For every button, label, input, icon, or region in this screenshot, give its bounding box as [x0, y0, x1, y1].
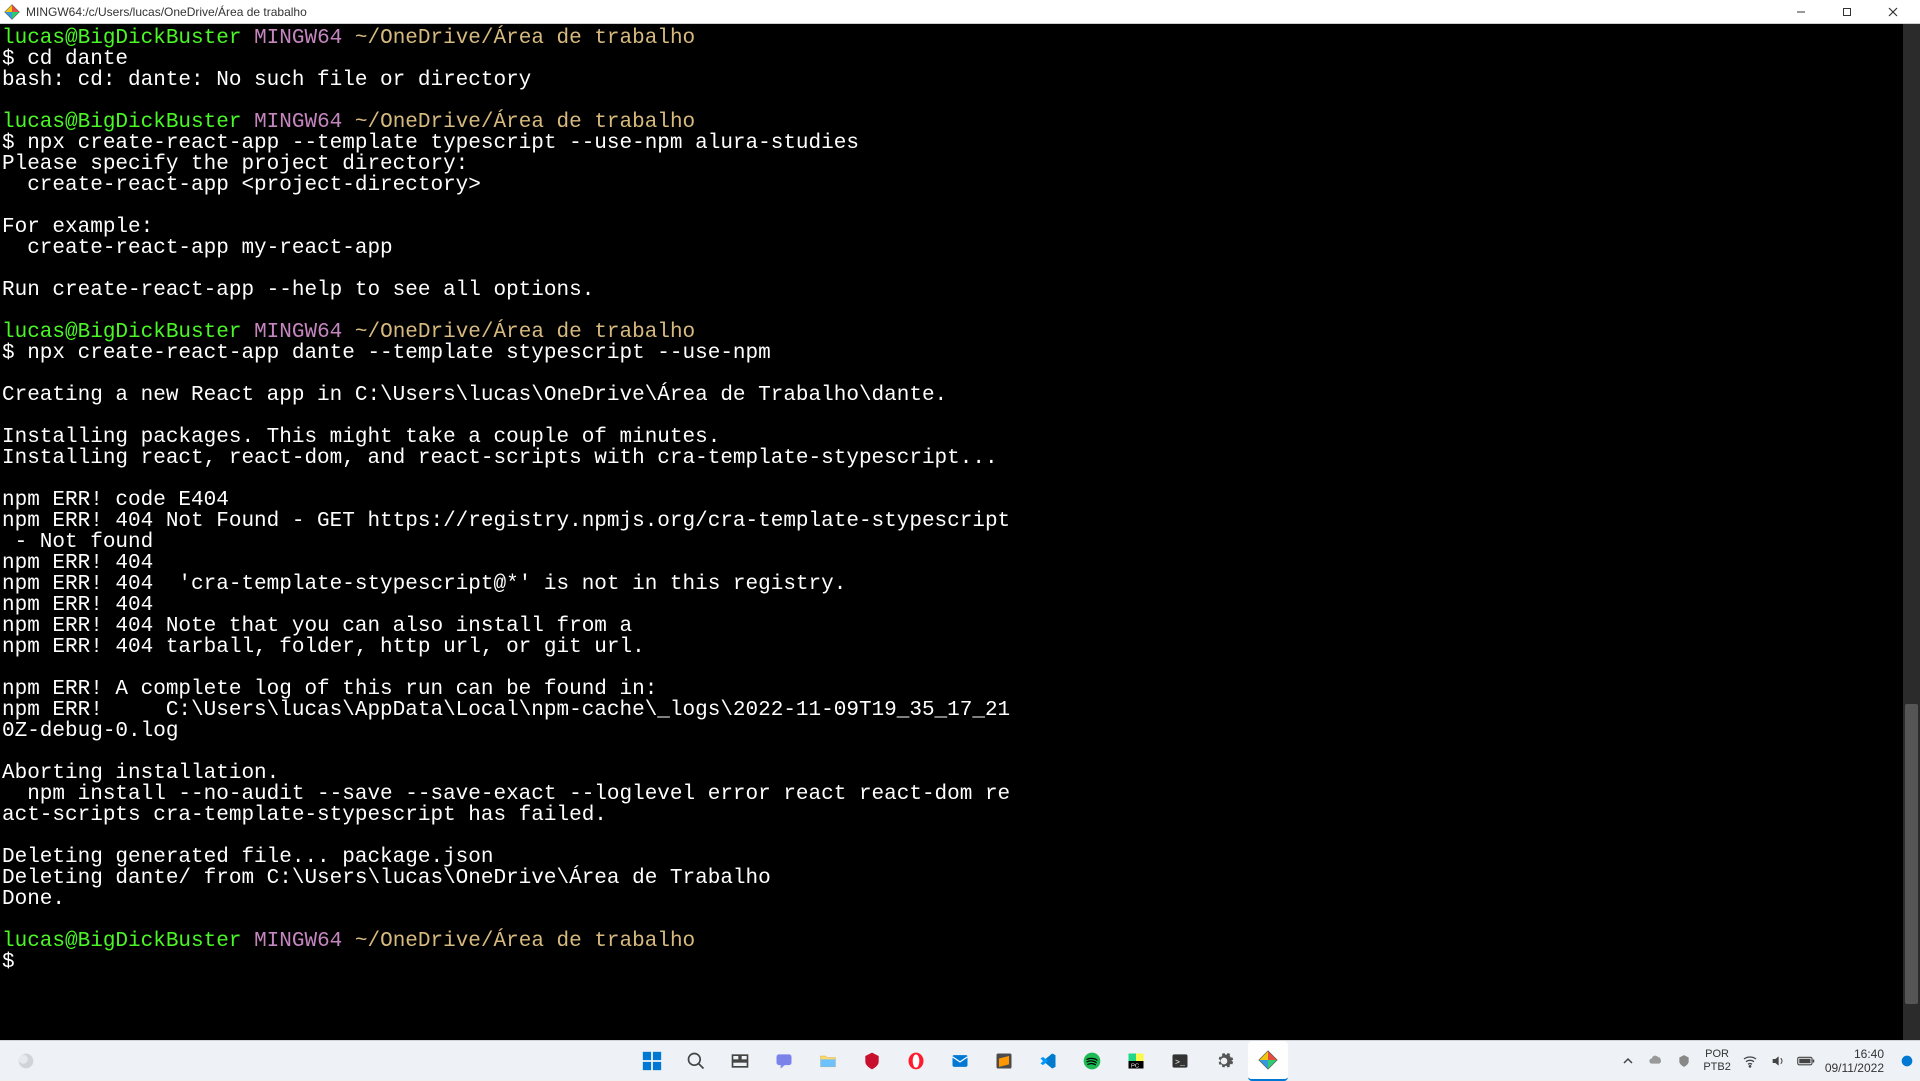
- titlebar: MINGW64:/c/Users/lucas/OneDrive/Área de …: [0, 0, 1920, 24]
- window-title: MINGW64:/c/Users/lucas/OneDrive/Área de …: [26, 5, 307, 19]
- terminal-line: Deleting dante/ from C:\Users\lucas\OneD…: [2, 868, 1918, 889]
- terminal-line: [2, 196, 1918, 217]
- terminal-line: $: [2, 952, 1918, 973]
- terminal-line: [2, 469, 1918, 490]
- settings-icon[interactable]: [1204, 1041, 1244, 1081]
- app-icon: [4, 4, 20, 20]
- sublime-icon[interactable]: [984, 1041, 1024, 1081]
- terminal-line: [2, 826, 1918, 847]
- terminal-line: lucas@BigDickBuster MINGW64 ~/OneDrive/Á…: [2, 28, 1918, 49]
- search-icon[interactable]: [676, 1041, 716, 1081]
- terminal-line: npm ERR! 404 'cra-template-stypescript@*…: [2, 574, 1918, 595]
- language-indicator[interactable]: POR PTB2: [1703, 1048, 1731, 1074]
- opera-icon[interactable]: [896, 1041, 936, 1081]
- wifi-icon[interactable]: [1741, 1052, 1759, 1070]
- close-button[interactable]: [1870, 0, 1916, 24]
- file-explorer-icon[interactable]: [808, 1041, 848, 1081]
- svg-text:>_: >_: [1175, 1057, 1186, 1067]
- terminal-line: $ cd dante: [2, 49, 1918, 70]
- window-controls: [1778, 0, 1916, 24]
- terminal-line: npm install --no-audit --save --save-exa…: [2, 784, 1918, 805]
- battery-icon[interactable]: [1797, 1052, 1815, 1070]
- lang-bottom: PTB2: [1703, 1061, 1731, 1074]
- task-view-icon[interactable]: [720, 1041, 760, 1081]
- terminal-line: Creating a new React app in C:\Users\luc…: [2, 385, 1918, 406]
- terminal-line: Done.: [2, 889, 1918, 910]
- terminal-line: [2, 364, 1918, 385]
- mcafee-icon[interactable]: [852, 1041, 892, 1081]
- svg-text:PC: PC: [1131, 1063, 1139, 1069]
- notifications-icon[interactable]: [1898, 1052, 1916, 1070]
- terminal-line: [2, 259, 1918, 280]
- weather-widget[interactable]: [6, 1041, 46, 1081]
- tray-chevron-icon[interactable]: [1619, 1052, 1637, 1070]
- terminal-line: create-react-app <project-directory>: [2, 175, 1918, 196]
- terminal-line: [2, 658, 1918, 679]
- git-bash-icon[interactable]: [1248, 1041, 1288, 1081]
- vscode-icon[interactable]: [1028, 1041, 1068, 1081]
- terminal-line: bash: cd: dante: No such file or directo…: [2, 70, 1918, 91]
- terminal-line: Aborting installation.: [2, 763, 1918, 784]
- clock[interactable]: 16:40 09/11/2022: [1825, 1047, 1888, 1075]
- volume-icon[interactable]: [1769, 1052, 1787, 1070]
- terminal-line: lucas@BigDickBuster MINGW64 ~/OneDrive/Á…: [2, 322, 1918, 343]
- spotify-icon[interactable]: [1072, 1041, 1112, 1081]
- terminal-line: [2, 91, 1918, 112]
- date-text: 09/11/2022: [1825, 1061, 1884, 1075]
- mail-icon[interactable]: [940, 1041, 980, 1081]
- taskbar-center: PC >_: [632, 1041, 1288, 1081]
- onedrive-icon[interactable]: [1647, 1052, 1665, 1070]
- security-tray-icon[interactable]: [1675, 1052, 1693, 1070]
- terminal-line: [2, 406, 1918, 427]
- terminal-line: npm ERR! 404 Note that you can also inst…: [2, 616, 1918, 637]
- terminal-line: [2, 301, 1918, 322]
- taskbar: PC >_ POR PTB2: [0, 1040, 1920, 1080]
- terminal-line: npm ERR! code E404: [2, 490, 1918, 511]
- terminal-line: npm ERR! 404: [2, 595, 1918, 616]
- lang-top: POR: [1703, 1048, 1731, 1061]
- start-button[interactable]: [632, 1041, 672, 1081]
- terminal-line: act-scripts cra-template-stypescript has…: [2, 805, 1918, 826]
- terminal-icon[interactable]: >_: [1160, 1041, 1200, 1081]
- terminal-line: npm ERR! C:\Users\lucas\AppData\Local\np…: [2, 700, 1918, 721]
- terminal-line: $ npx create-react-app dante --template …: [2, 343, 1918, 364]
- terminal-line: 0Z-debug-0.log: [2, 721, 1918, 742]
- pycharm-icon[interactable]: PC: [1116, 1041, 1156, 1081]
- scrollbar-thumb[interactable]: [1905, 704, 1918, 1004]
- terminal-line: npm ERR! 404 Not Found - GET https://reg…: [2, 511, 1918, 532]
- terminal-line: create-react-app my-react-app: [2, 238, 1918, 259]
- terminal-line: npm ERR! 404 tarball, folder, http url, …: [2, 637, 1918, 658]
- terminal-line: Installing packages. This might take a c…: [2, 427, 1918, 448]
- maximize-button[interactable]: [1824, 0, 1870, 24]
- terminal-line: Installing react, react-dom, and react-s…: [2, 448, 1918, 469]
- terminal-line: For example:: [2, 217, 1918, 238]
- terminal-line: Run create-react-app --help to see all o…: [2, 280, 1918, 301]
- terminal-scrollbar[interactable]: [1903, 24, 1920, 1040]
- terminal-line: [2, 910, 1918, 931]
- terminal-line: npm ERR! A complete log of this run can …: [2, 679, 1918, 700]
- terminal-output[interactable]: lucas@BigDickBuster MINGW64 ~/OneDrive/Á…: [0, 24, 1920, 1040]
- terminal-line: Deleting generated file... package.json: [2, 847, 1918, 868]
- terminal-line: [2, 742, 1918, 763]
- terminal-line: lucas@BigDickBuster MINGW64 ~/OneDrive/Á…: [2, 112, 1918, 133]
- terminal-line: - Not found: [2, 532, 1918, 553]
- terminal-line: npm ERR! 404: [2, 553, 1918, 574]
- chat-icon[interactable]: [764, 1041, 804, 1081]
- system-tray: POR PTB2 16:40 09/11/2022: [1619, 1041, 1916, 1080]
- terminal-line: Please specify the project directory:: [2, 154, 1918, 175]
- minimize-button[interactable]: [1778, 0, 1824, 24]
- terminal-line: $ npx create-react-app --template typesc…: [2, 133, 1918, 154]
- terminal-line: lucas@BigDickBuster MINGW64 ~/OneDrive/Á…: [2, 931, 1918, 952]
- time-text: 16:40: [1825, 1047, 1884, 1061]
